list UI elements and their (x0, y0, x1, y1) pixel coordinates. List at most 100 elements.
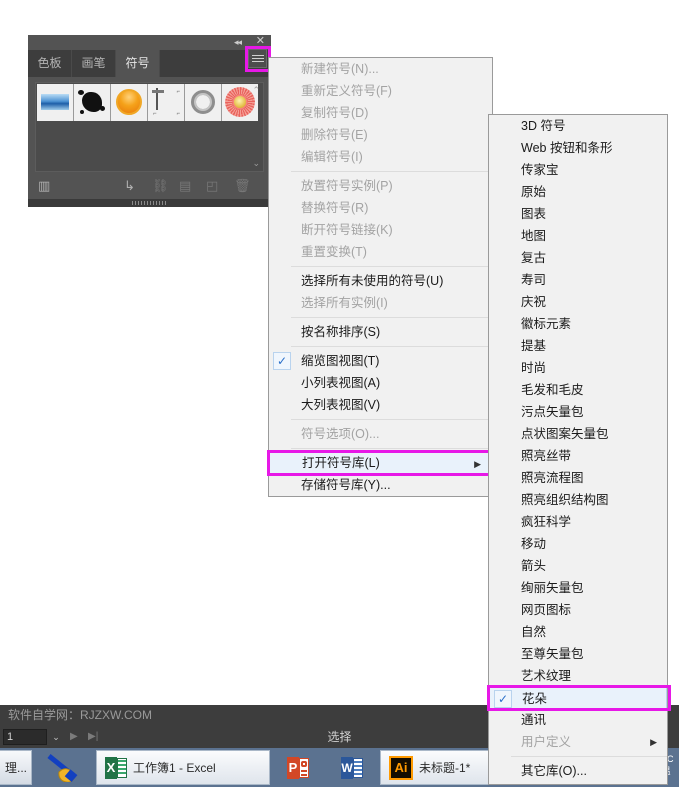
taskbar-item-word[interactable]: W (330, 750, 374, 785)
menu-item: 放置符号实例(P) (269, 175, 492, 197)
menu-item[interactable]: 网页图标 (489, 599, 667, 621)
menu-item-label: 污点矢量包 (521, 405, 584, 419)
menu-separator (291, 346, 492, 347)
menu-item[interactable]: 移动 (489, 533, 667, 555)
chevron-down-icon[interactable]: ⌄ (48, 729, 64, 745)
symbol-ink-splatter[interactable] (74, 84, 111, 121)
excel-icon: X (105, 756, 127, 780)
menu-item: 选择所有实例(I) (269, 292, 492, 314)
menu-item-label: Web 按钮和条形 (521, 141, 613, 155)
last-artboard-icon[interactable]: ▶| (88, 729, 98, 745)
menu-item-label: 重置变换(T) (301, 245, 367, 259)
menu-item-label: 毛发和毛皮 (521, 383, 584, 397)
menu-item[interactable]: 绚丽矢量包 (489, 577, 667, 599)
symbol-corner-marks[interactable]: ⌐ ⌐ ⌐ (148, 84, 185, 121)
menu-item[interactable]: 通讯 (489, 709, 667, 731)
menu-item-label: 庆祝 (521, 295, 547, 309)
next-artboard-icon[interactable]: ▶ (70, 729, 78, 745)
taskbar-item-powerpoint[interactable]: P (276, 750, 320, 785)
symbol-libraries-icon[interactable]: ▥ (38, 178, 50, 194)
menu-item[interactable]: 存储符号库(Y)... (269, 474, 492, 496)
menu-item[interactable]: 箭头 (489, 555, 667, 577)
menu-item[interactable]: ✓ 缩览图视图(T) (269, 350, 492, 372)
menu-item-label: 断开符号链接(K) (301, 223, 393, 237)
collapse-panel-icon[interactable]: ◂◂ (234, 37, 242, 47)
taskbar-item-pen-tool[interactable] (40, 750, 88, 785)
menu-item[interactable]: 传家宝 (489, 159, 667, 181)
menu-separator (291, 448, 492, 449)
menu-item[interactable]: 照亮丝带 (489, 445, 667, 467)
open-symbol-library-submenu: 3D 符号 Web 按钮和条形传家宝原始图表地图 复古 寿司庆祝徽标元素 提基 时尚毛发和… (487, 114, 671, 785)
break-link-icon[interactable]: ⛓ (152, 178, 169, 194)
menu-item[interactable]: 大列表视图(V) (269, 394, 492, 416)
submenu-arrow-icon: ▶ (474, 459, 481, 469)
panel-menu-button[interactable] (248, 49, 267, 68)
menu-item[interactable]: 疯狂科学 (489, 511, 667, 533)
menu-item[interactable]: 寿司 (489, 269, 667, 291)
menu-item[interactable]: 时尚 (489, 357, 667, 379)
menu-item[interactable]: 毛发和毛皮 (489, 379, 667, 401)
panel-tab-strip: 色板 画笔 符号 (28, 50, 271, 77)
menu-item-label: 新建符号(N)... (301, 62, 379, 76)
taskbar-item-excel[interactable]: X 工作簿1 - Excel (96, 750, 270, 785)
menu-item: 用户定义 ▶ (489, 731, 667, 753)
menu-item-label: 替换符号(R) (301, 201, 369, 215)
menu-item: 新建符号(N)... (269, 58, 492, 80)
menu-item-label: 放置符号实例(P) (301, 179, 393, 193)
menu-item[interactable]: 自然 (489, 621, 667, 643)
menu-item[interactable]: 地图 (489, 225, 667, 247)
menu-separator (291, 171, 492, 172)
menu-item[interactable]: 污点矢量包 (489, 401, 667, 423)
menu-item-label: 照亮组织结构图 (521, 493, 609, 507)
menu-item[interactable]: 照亮流程图 (489, 467, 667, 489)
close-panel-icon[interactable]: ✕ (256, 36, 265, 47)
tab-brushes[interactable]: 画笔 (72, 50, 116, 77)
menu-item-label: 绚丽矢量包 (521, 581, 584, 595)
panel-footer-toolbar: ▥ ↳ ⛓ ▤ ◰ 🗑 (28, 175, 271, 199)
menu-item[interactable]: 3D 符号 (489, 115, 667, 137)
symbol-options-icon[interactable]: ▤ (179, 178, 191, 194)
menu-item[interactable]: 其它库(O)... (489, 760, 667, 782)
delete-symbol-icon[interactable]: 🗑 (234, 178, 251, 194)
menu-item[interactable]: 打开符号库(L) ▶ (269, 452, 492, 474)
menu-item[interactable]: 原始 (489, 181, 667, 203)
menu-item: 重置变换(T) (269, 241, 492, 263)
menu-item-label: 照亮丝带 (521, 449, 572, 463)
place-symbol-instance-icon[interactable]: ↳ (124, 178, 135, 194)
menu-item[interactable]: 小列表视图(A) (269, 372, 492, 394)
menu-item[interactable]: 图表 (489, 203, 667, 225)
menu-item: 替换符号(R) (269, 197, 492, 219)
menu-item-label: 复制符号(D) (301, 106, 369, 120)
symbols-grid: ⌐ ⌐ ⌐ ⌃ ⌄ (35, 82, 264, 172)
menu-item-label: 图表 (521, 207, 547, 221)
tab-symbols[interactable]: 符号 (116, 50, 160, 77)
menu-item[interactable]: ✓ 花朵 (489, 687, 667, 709)
symbol-grey-ring[interactable] (185, 84, 222, 121)
menu-item[interactable]: 复古 (489, 247, 667, 269)
symbol-panel-menu: 新建符号(N)... 重新定义符号(F) 复制符号(D) 删除符号(E) 编辑符号(I)… (267, 57, 496, 497)
artboard-number-field[interactable]: 1 (3, 729, 47, 745)
menu-item-label: 原始 (521, 185, 547, 199)
menu-item[interactable]: 点状图案矢量包 (489, 423, 667, 445)
scroll-up-icon[interactable]: ⌃ (252, 85, 260, 96)
taskbar-item-label: 未标题-1* (419, 761, 471, 775)
taskbar-item-truncated[interactable]: 理... (0, 750, 32, 785)
menu-item[interactable]: Web 按钮和条形 (489, 137, 667, 159)
menu-item[interactable]: 提基 (489, 335, 667, 357)
panel-resize-grip[interactable] (28, 199, 271, 207)
menu-item[interactable]: 徽标元素 (489, 313, 667, 335)
menu-item-label: 箭头 (521, 559, 547, 573)
menu-item[interactable]: 庆祝 (489, 291, 667, 313)
menu-item[interactable]: 照亮组织结构图 (489, 489, 667, 511)
tab-swatches[interactable]: 色板 (28, 50, 72, 77)
menu-item-label: 花朵 (522, 692, 548, 706)
scroll-down-icon[interactable]: ⌄ (252, 158, 260, 169)
symbol-blue-gradient[interactable] (37, 84, 74, 121)
new-symbol-icon[interactable]: ◰ (206, 178, 218, 194)
menu-item[interactable]: 按名称排序(S) (269, 321, 492, 343)
menu-item[interactable]: 选择所有未使用的符号(U) (269, 270, 492, 292)
panel-titlebar: ◂◂ ✕ (28, 35, 271, 50)
symbol-orange-sphere[interactable] (111, 84, 148, 121)
menu-item[interactable]: 艺术纹理 (489, 665, 667, 687)
menu-item[interactable]: 至尊矢量包 (489, 643, 667, 665)
